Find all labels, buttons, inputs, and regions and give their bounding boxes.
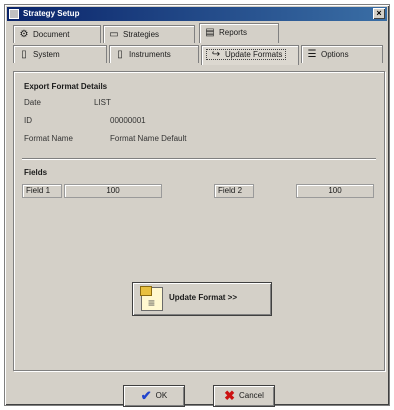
- tab-instruments[interactable]: ▯ Instruments: [109, 45, 199, 63]
- system-icon: ▯: [21, 49, 27, 60]
- reports-icon: ▤: [205, 27, 215, 38]
- section-title-details: Export Format Details: [24, 82, 108, 91]
- window-title: Strategy Setup: [23, 9, 80, 18]
- options-icon: ☰: [307, 49, 317, 60]
- field2-label-box: Field 2: [214, 184, 254, 198]
- field2-value-box[interactable]: 100: [296, 184, 374, 198]
- id-value: 00000001: [110, 116, 146, 125]
- tab-label: Options: [321, 50, 349, 59]
- tab-strategies[interactable]: ▭ Strategies: [103, 25, 195, 43]
- tab-options[interactable]: ☰ Options: [301, 45, 383, 63]
- tab-label: Reports: [219, 28, 248, 37]
- instruments-icon: ▯: [117, 49, 123, 60]
- field1-value-box[interactable]: 100: [64, 184, 162, 198]
- tab-reports[interactable]: ▤ Reports: [199, 23, 279, 43]
- tab-document[interactable]: ⚙ Document: [13, 25, 101, 43]
- strategies-icon: ▭: [109, 29, 119, 40]
- dialog-window: Strategy Setup × ⚙ Document ▭ Strategies ▤…: [4, 4, 390, 407]
- format-name-label: Format Name: [24, 134, 73, 143]
- format-name-value: Format Name Default: [110, 134, 187, 143]
- app-icon: [9, 9, 19, 19]
- title-bar[interactable]: Strategy Setup ×: [7, 7, 387, 21]
- cancel-button[interactable]: ✖ Cancel: [213, 385, 275, 407]
- section-title-fields: Fields: [24, 168, 48, 177]
- field1-label-box: Field 1: [22, 184, 62, 198]
- field2-value: 100: [328, 186, 342, 195]
- tab-system[interactable]: ▯ System: [13, 45, 107, 63]
- field2-label: Field 2: [218, 186, 243, 195]
- document-icon: ⚙: [19, 29, 29, 40]
- close-button[interactable]: ×: [373, 8, 385, 19]
- ok-button[interactable]: ✔ OK: [123, 385, 185, 407]
- cancel-label: Cancel: [239, 391, 264, 401]
- tab-label: System: [33, 50, 60, 59]
- tab-label: Instruments: [129, 50, 171, 59]
- update-format-label: Update Format >>: [169, 293, 238, 302]
- date-value: LIST: [94, 98, 111, 107]
- x-icon: ✖: [224, 388, 235, 403]
- tab-label: Update Formats: [225, 50, 283, 59]
- section-divider: [22, 158, 376, 160]
- date-label: Date: [24, 98, 41, 107]
- checkmark-icon: ✔: [140, 388, 152, 403]
- ok-label: OK: [155, 391, 168, 401]
- tab-panel: Export Format Details Date LIST ID 00000…: [13, 71, 385, 371]
- update-formats-icon: ↪: [211, 49, 221, 60]
- update-format-button[interactable]: Update Format >>: [132, 282, 272, 316]
- tab-label: Strategies: [123, 30, 160, 39]
- field1-value: 100: [106, 186, 120, 195]
- tab-label: Document: [33, 30, 70, 39]
- tab-update-formats[interactable]: ↪ Update Formats: [201, 45, 299, 65]
- close-icon: ×: [376, 8, 382, 18]
- id-label: ID: [24, 116, 32, 125]
- field1-label: Field 1: [26, 186, 51, 195]
- update-format-icon: [140, 286, 163, 311]
